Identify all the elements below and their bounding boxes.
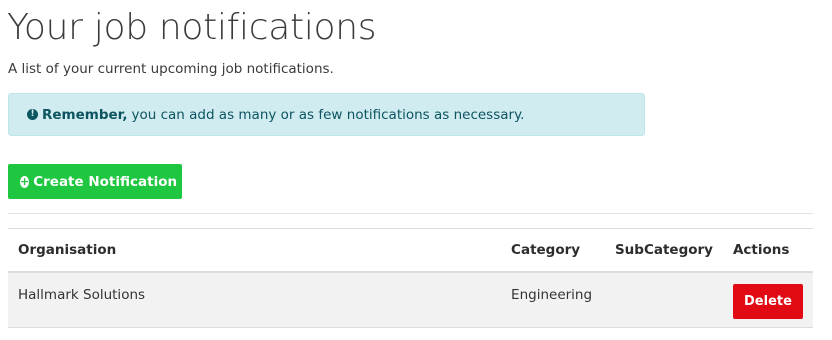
notifications-table: Organisation Category SubCategory Action…	[8, 228, 813, 328]
table-row: Hallmark Solutions Engineering Delete	[8, 271, 813, 328]
header-category: Category	[511, 241, 581, 258]
page-title: Your job notifications	[7, 7, 377, 48]
cell-actions: Delete	[723, 272, 813, 328]
info-alert: ! Remember, you can add as many or as fe…	[8, 93, 645, 136]
plus-circle-icon: +	[20, 175, 30, 188]
page: Your job notifications A list of your cu…	[0, 0, 832, 340]
create-notification-button[interactable]: + Create Notification	[8, 164, 182, 199]
cell-category: Engineering	[511, 286, 593, 303]
header-subcategory: SubCategory	[614, 241, 713, 258]
divider	[8, 213, 813, 214]
table-header-row: Organisation Category SubCategory Action…	[8, 228, 813, 272]
alert-emphasis: Remember,	[42, 106, 128, 123]
header-actions: Actions	[732, 241, 790, 258]
cell-organisation: Hallmark Solutions	[18, 286, 146, 303]
page-subtitle: A list of your current upcoming job noti…	[8, 61, 334, 77]
header-organisation: Organisation	[18, 241, 117, 258]
info-circle-icon: !	[27, 109, 38, 120]
alert-message: you can add as many or as few notificati…	[131, 106, 525, 123]
delete-button[interactable]: Delete	[732, 283, 803, 319]
create-notification-label: Create Notification	[33, 173, 178, 190]
cell-subcategory	[605, 272, 723, 328]
